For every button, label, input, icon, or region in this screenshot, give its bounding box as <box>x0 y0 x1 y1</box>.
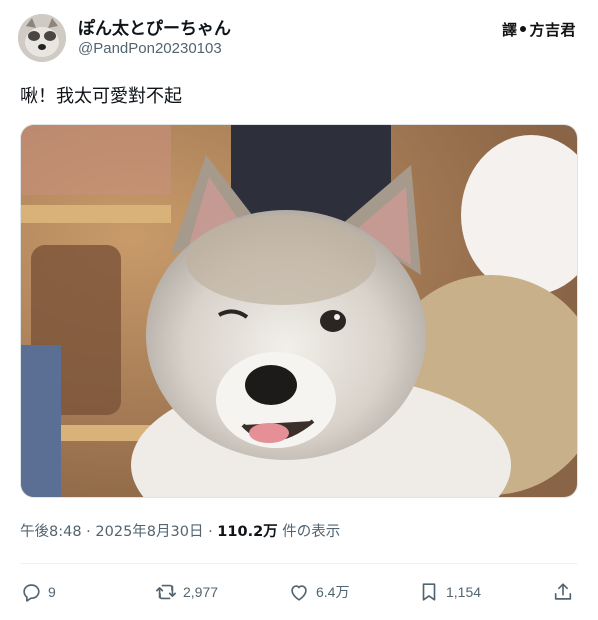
action-bar: 9 2,977 6.4万 1,154 <box>20 576 578 608</box>
like-count: 6.4万 <box>316 584 350 600</box>
heart-icon <box>291 585 307 601</box>
tweet-meta: 午後8:48 · 2025年8月30日 · 110.2万 件の表示 <box>20 520 340 541</box>
meta-separator: · <box>208 524 213 540</box>
like-button[interactable]: 6.4万 <box>288 576 349 608</box>
reply-button[interactable]: 9 <box>20 576 56 608</box>
watermark-right: 方吉君 <box>529 20 576 39</box>
translator-watermark: 譯 方吉君 <box>502 16 576 42</box>
tweet-date[interactable]: 2025年8月30日 <box>95 524 203 540</box>
bookmark-button[interactable]: 1,154 <box>418 576 481 608</box>
shiba-avatar-icon <box>18 14 66 62</box>
author-handle[interactable]: @PandPon20230103 <box>78 40 222 57</box>
bookmark-count: 1,154 <box>446 584 482 600</box>
share-icon <box>554 583 572 600</box>
tweet-photo[interactable] <box>20 124 578 498</box>
views-count: 110.2万 <box>217 524 278 540</box>
views-label: 件の表示 <box>282 524 341 540</box>
divider <box>20 563 578 564</box>
repost-count: 2,977 <box>183 584 219 600</box>
author-display-name[interactable]: ぽん太とぴーちゃん <box>78 14 231 39</box>
share-button[interactable] <box>552 576 574 608</box>
tweet-text: 啾！我太可愛對不起 <box>20 86 182 107</box>
watermark-left: 譯 <box>501 20 518 39</box>
repost-button[interactable]: 2,977 <box>155 576 218 608</box>
avatar[interactable] <box>18 14 66 62</box>
bookmark-icon <box>422 583 436 601</box>
winking-shiba-photo-icon <box>21 125 577 497</box>
tweet-time[interactable]: 午後8:48 <box>20 524 82 540</box>
reply-icon <box>23 584 40 602</box>
reply-count: 9 <box>48 584 56 600</box>
watermark-dot <box>519 25 528 33</box>
repost-icon <box>156 584 176 600</box>
meta-separator: · <box>86 524 91 540</box>
